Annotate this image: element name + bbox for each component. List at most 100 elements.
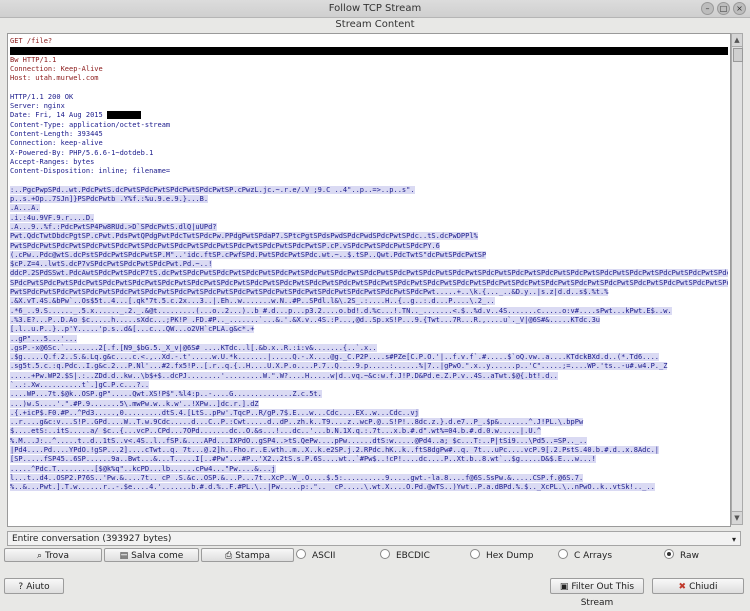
stream-lines: GET /file? Bw HTTP/1.1 Connection: Keep-Al… xyxy=(10,37,728,493)
save-as-label: Salva come xyxy=(131,551,184,561)
radio-ascii-button[interactable] xyxy=(296,549,306,559)
stream-line-text: .{.+icP$.F0.#P..^Pd3.....,0.........dtS.… xyxy=(10,408,419,417)
stream-line: Content-Length: 393445 xyxy=(10,130,728,139)
minimize-icon[interactable]: – xyxy=(701,2,714,15)
stream-line: Host: utah.murwel.com xyxy=(10,74,728,83)
stream-line: ...)w.S....'.".#P.9.......5\.mwPw.w..k.w… xyxy=(10,399,728,409)
stream-line: Server: nginx xyxy=(10,102,728,111)
radio-raw-label: Raw xyxy=(680,551,699,561)
stream-line: .sg5t.5.c.:q.Pdc..I.g&c.2...P.Nl'...#2.f… xyxy=(10,362,728,371)
stream-line-text: .$g.....Q.f.2..S.&.Lq.g&c....c.<.,..Xd.-… xyxy=(10,353,660,362)
stream-line: .%3.E?...P..D.Ao $c.....h.....sXdc...;PK… xyxy=(10,315,728,325)
stream-line-text: X-Powered-By: PHP/5.6.6-1~dotdeb.1 xyxy=(10,148,154,157)
stream-line-text: .gsP.-x@6Sc.`........2[.f.[N9_$bG.5._X_v… xyxy=(10,343,377,352)
stream-line: ....WP...7t.$@k..OSP.gP".....Qwt.XS!P$".… xyxy=(10,390,728,399)
print-button[interactable]: ⎙ Stampa xyxy=(201,548,294,562)
stream-line: .$g.....Q.f.2..S.&.Lq.g&c....c.<.,..Xd.-… xyxy=(10,353,728,362)
stream-line: [SP.....fSP45..6SP......9a..Bwt...&...T.… xyxy=(10,455,728,464)
stream-line-text: l...t..d4..OSP2.P76S..'Pw.&....7t.. cP .… xyxy=(10,473,584,482)
stream-line: Date: Fri, 14 Aug 2015 xyxy=(10,111,728,120)
stream-toolbar: ⌕ Trova ▤ Salva come ⎙ Stampa ASCII EBCDIC … xyxy=(0,548,750,564)
stream-line-text: .....+Pw.WP2.$S|.:..ZDd.d..kw..\b$+$..dc… xyxy=(10,371,558,380)
help-label: Aiuto xyxy=(26,582,50,592)
stream-line-text: SPdcPwtSPdcPwtSPdcPwtSPdcPwtSPdcPwtSPdcP… xyxy=(10,278,728,287)
radio-raw[interactable]: Raw xyxy=(664,549,699,563)
radio-c-arrays[interactable]: C Arrays xyxy=(558,549,612,563)
stream-line-text: $cP.Z=4..lwtS.dcP7vSPdcPwtSPdcPwtSPdcPwt… xyxy=(10,260,213,269)
stream-line: (.cPw..Pdc@wtS.dcPstSPdcPwtSPdcPwtSP.M".… xyxy=(10,250,728,260)
filter-out-label: Filter Out This Stream xyxy=(571,582,635,608)
stream-line: l...t..d4..OSP2.P76S..'Pw.&....7t.. cP .… xyxy=(10,473,728,483)
stream-line xyxy=(10,83,728,92)
radio-ebcdic[interactable]: EBCDIC xyxy=(380,549,430,563)
radio-c-arrays-button[interactable] xyxy=(558,549,568,559)
stream-line-text: [SP.....fSP45..6SP......9a..Bwt...&...T.… xyxy=(10,455,596,464)
radio-ebcdic-button[interactable] xyxy=(380,549,390,559)
redacted-block xyxy=(106,111,141,120)
stream-line: Connection: keep-alive xyxy=(10,139,728,148)
stream-line-text: Host: utah.murwel.com xyxy=(10,74,99,83)
stream-line: PwtSPdcPwtSPdcPwtSPdcPwtSPdcPwtSPdcPwtSP… xyxy=(10,288,728,297)
stream-line-text: PwtSPdcPwtSPdcPwtSPdcPwtSPdcPwtSPdcPwtSP… xyxy=(10,241,440,250)
scroll-up-icon[interactable]: ▲ xyxy=(732,34,742,47)
radio-hex-dump[interactable]: Hex Dump xyxy=(470,549,533,563)
radio-ascii[interactable]: ASCII xyxy=(296,549,335,563)
stream-line-text: %..&...Pwt.].T.w......r..-.$e....4.'....… xyxy=(10,483,655,492)
stream-line-text: ..gP"...5...'... xyxy=(10,334,78,343)
save-as-button[interactable]: ▤ Salva come xyxy=(104,548,199,562)
close-icon[interactable]: × xyxy=(733,2,746,15)
radio-c-arrays-label: C Arrays xyxy=(574,551,613,561)
stream-line-text: |Pd4....Pd....YPdO.!gSP...2]....cTwt..q.… xyxy=(10,446,660,455)
stream-line-text: .....^Pdc.T.........[$@k%q"..kcPD...lb..… xyxy=(10,464,276,473)
stream-content-label: Stream Content xyxy=(335,19,415,30)
stream-line-text: Pwt.QdcTwtDbdcPgtSP.cPwt.PdsPwtQPdgPwtPd… xyxy=(10,232,478,241)
stream-line-text: (.cPw..Pdc@wtS.dcPstSPdcPwtSPdcPwtSP.M".… xyxy=(10,250,487,259)
stream-line-text: Connection: keep-alive xyxy=(10,139,103,148)
stream-line: .....+Pw.WP2.$S|.:..ZDd.d..kw..\b$+$..dc… xyxy=(10,371,728,381)
radio-raw-button[interactable] xyxy=(664,549,674,559)
close-label: Chiudi xyxy=(689,582,718,592)
stream-line: p..s.+Op..7SJn]}PSPdcPwtb .Y%f.:%u.9.e.9… xyxy=(10,195,728,204)
stream-line-text: Content-Type: application/octet-stream xyxy=(10,120,171,129)
scrollbar-thumb[interactable] xyxy=(733,48,743,62)
stream-line-text: Connection: Keep-Alive xyxy=(10,64,103,73)
stream-line-text: Accept-Ranges: bytes xyxy=(10,157,95,166)
stream-line: $cP.Z=4..lwtS.dcP7vSPdcPwtSPdcPwtSPdcPwt… xyxy=(10,260,728,269)
stream-line: Content-Type: application/octet-stream xyxy=(10,121,728,130)
stream-line: .gsP.-x@6Sc.`........2[.f.[N9_$bG.5._X_v… xyxy=(10,343,728,353)
stream-line-text: .%3.E?...P..D.Ao $c.....h.....sXdc...;PK… xyxy=(10,315,601,324)
stream-line-text: $....etS:..itS.....a/ $c..{...vcP..CPd..… xyxy=(10,427,542,436)
stream-line: .{.+icP$.F0.#P..^Pd3.....,0.........dtS.… xyxy=(10,408,728,418)
stream-line xyxy=(10,46,728,56)
stream-line-text: ddcP.2SPdSSwt.PdcAwtSPdcPwtSPdcP7tS.dcPw… xyxy=(10,269,728,278)
stream-line: HTTP/1.1 200 OK xyxy=(10,93,728,102)
stream-line-text: Bw HTTP/1.1 xyxy=(10,55,57,64)
radio-hex-dump-button[interactable] xyxy=(470,549,480,559)
stream-line-text: ...)w.S....'.".#P.9.......5\.mwPw.w..k.w… xyxy=(10,399,259,408)
help-button[interactable]: ? Aiuto xyxy=(4,578,64,594)
filter-out-stream-button[interactable]: ▣ Filter Out This Stream xyxy=(550,578,644,608)
stream-line-text: GET /file? xyxy=(10,37,53,45)
find-label: Trova xyxy=(45,551,70,561)
stream-line: %..&...Pwt.].T.w......r..-.$e....4.'....… xyxy=(10,483,728,492)
binoculars-icon: ⌕ xyxy=(36,551,42,561)
stream-content-textarea[interactable]: GET /file? Bw HTTP/1.1 Connection: Keep-Al… xyxy=(7,33,731,527)
window-title: Follow TCP Stream xyxy=(328,3,422,14)
close-circle-icon: ✖ xyxy=(678,582,687,592)
find-button[interactable]: ⌕ Trova xyxy=(4,548,102,562)
stream-line: .&X.vT.4S.&bPw`..Os$5t..4...[.qk"7t.5.c.… xyxy=(10,297,728,306)
maximize-icon[interactable]: □ xyxy=(717,2,730,15)
stream-line: .A...9..%f.:PdcPwtSP4Pw8RUd.>D`SPdcPwtS.… xyxy=(10,222,728,232)
print-label: Stampa xyxy=(235,551,270,561)
close-button[interactable]: ✖ Chiudi xyxy=(652,578,744,594)
stream-line-text: %.M...J:..^.....t..d..1tS..v<.4S..l..fSP… xyxy=(10,436,588,445)
conversation-select[interactable]: Entire conversation (393927 bytes) ▾ xyxy=(7,531,741,546)
stream-line: Content-Disposition: inline; filename= xyxy=(10,167,728,176)
scroll-down-icon[interactable]: ▼ xyxy=(732,511,742,524)
help-icon: ? xyxy=(18,582,24,592)
stream-line: :..PgcPwpSPd..wt.PdcPwtS.dcPwtSPdcPwtSPd… xyxy=(10,185,728,195)
stream-line-text: Content-Length: 393445 xyxy=(10,129,103,138)
stream-line-text: HTTP/1.1 200 OK xyxy=(10,92,74,101)
filter-icon: ▣ xyxy=(559,582,569,592)
vertical-scrollbar[interactable]: ▲ ▼ xyxy=(731,33,743,525)
